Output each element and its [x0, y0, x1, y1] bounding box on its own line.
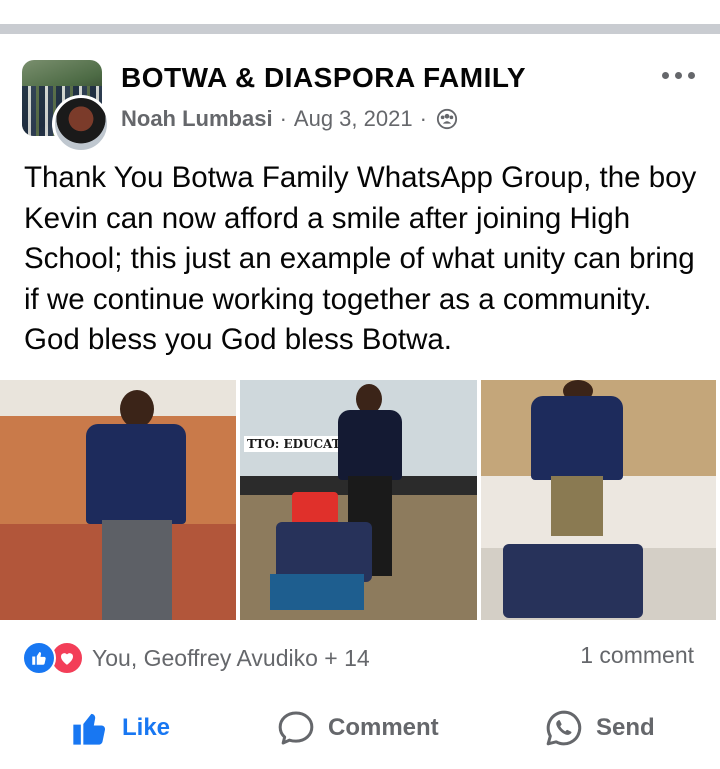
- group-members-icon: [436, 108, 457, 130]
- photo-boy-with-basin-and-bedding[interactable]: TTO: EDUCATION IS: [240, 380, 477, 620]
- more-options-icon[interactable]: [662, 72, 695, 79]
- like-button[interactable]: Like: [70, 708, 170, 748]
- post-date[interactable]: Aug 3, 2021: [294, 106, 413, 132]
- send-button[interactable]: Send: [544, 708, 655, 748]
- group-name[interactable]: BOTWA & DIASPORA FAMILY: [121, 62, 526, 94]
- post-actions: Like Comment Send: [0, 700, 720, 760]
- meta-separator: ·: [419, 106, 427, 131]
- send-label: Send: [596, 714, 655, 741]
- like-reaction-icon: [22, 641, 56, 675]
- like-label: Like: [122, 714, 171, 741]
- photo-grid: TTO: EDUCATION IS: [0, 380, 720, 620]
- reaction-summary[interactable]: You, Geoffrey Avudiko + 14: [22, 641, 370, 675]
- post-meta: Noah Lumbasi · Aug 3, 2021 ·: [121, 106, 458, 132]
- comment-button[interactable]: Comment: [276, 708, 439, 748]
- actions-divider: [22, 688, 698, 689]
- photo-boy-with-bag-and-bedding[interactable]: [481, 380, 716, 620]
- meta-separator: ·: [279, 106, 287, 131]
- comment-bubble-icon: [278, 711, 314, 745]
- author-name[interactable]: Noah Lumbasi: [121, 106, 273, 132]
- top-divider: [0, 24, 720, 34]
- author-avatar[interactable]: [52, 95, 110, 153]
- whatsapp-send-icon: [546, 710, 582, 746]
- reactors-summary: You, Geoffrey Avudiko + 14: [92, 644, 370, 671]
- post-text: Thank You Botwa Family WhatsApp Group, t…: [24, 161, 697, 356]
- comment-label: Comment: [328, 714, 439, 741]
- photo-boy-in-uniform[interactable]: [0, 380, 236, 620]
- comment-count[interactable]: 1 comment: [580, 642, 694, 669]
- thumbs-up-icon: [73, 713, 106, 745]
